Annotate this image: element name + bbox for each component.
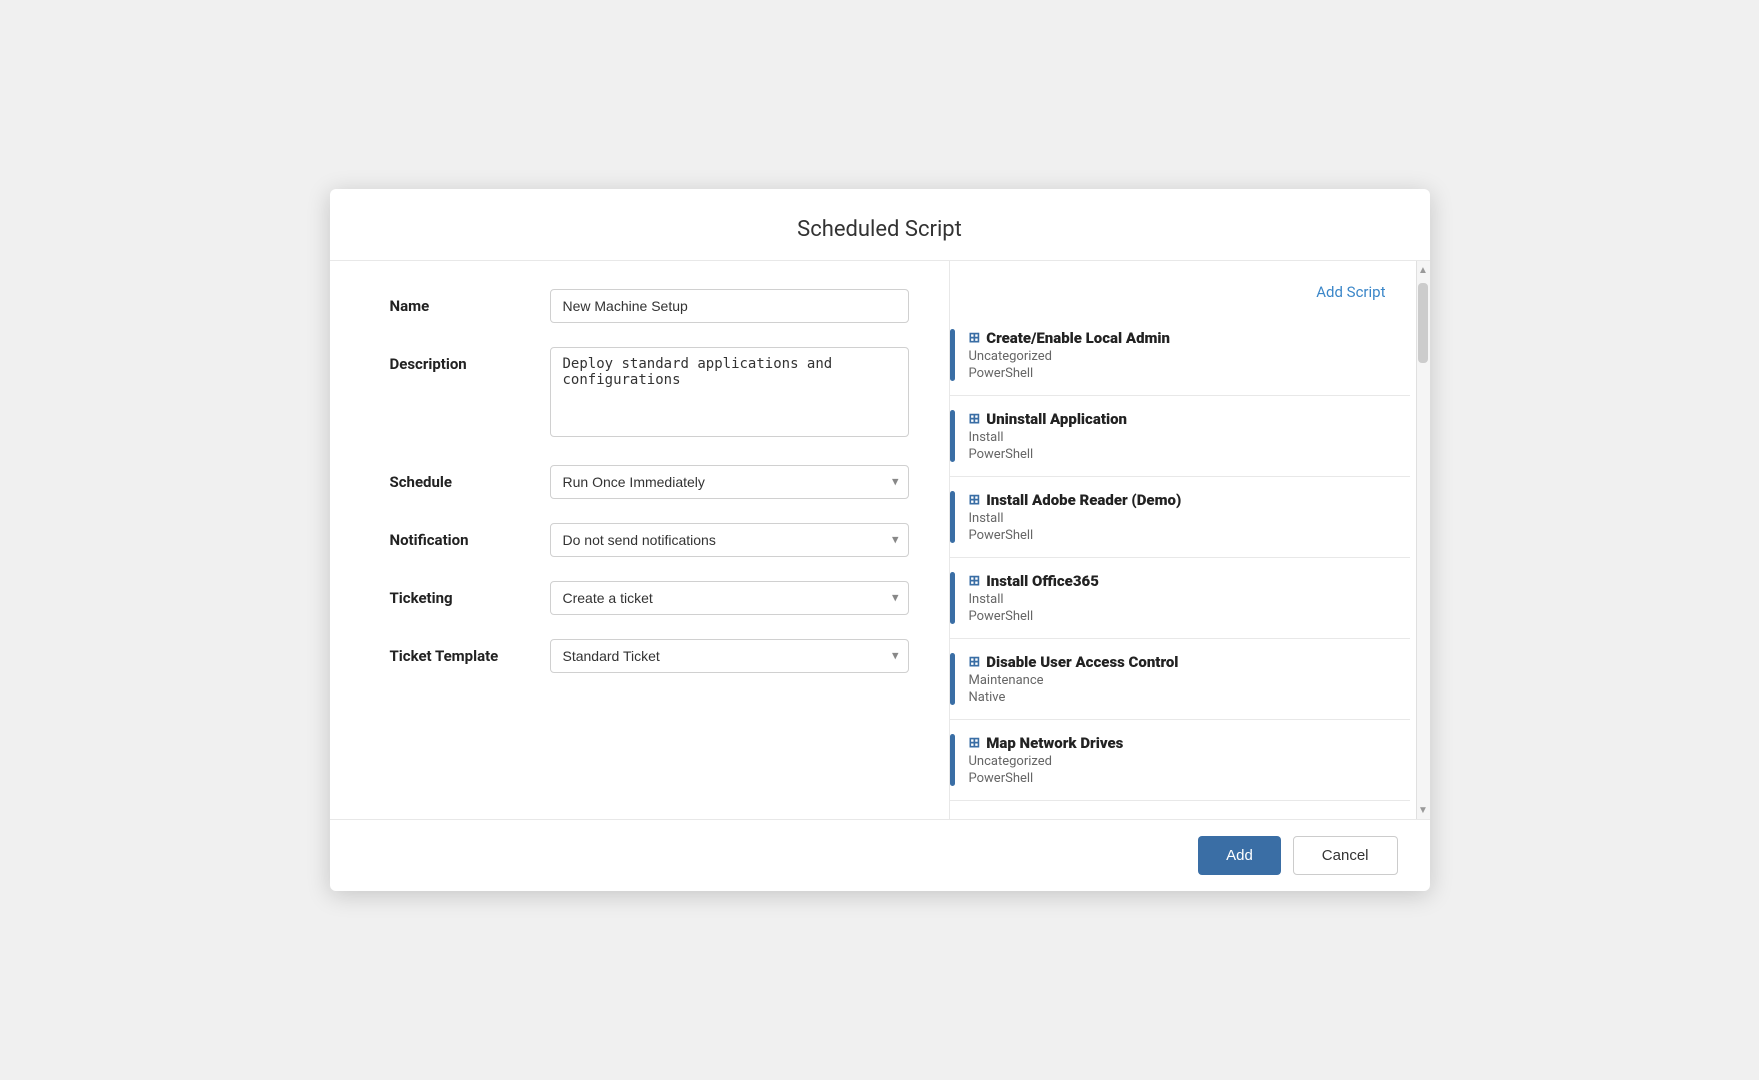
script-name: ⊞ Install Adobe Reader (Demo) bbox=[969, 491, 1410, 509]
script-item[interactable]: ⊞ Create/Enable Local Admin Uncategorize… bbox=[950, 315, 1410, 396]
scripts-pane: Add Script ⊞ Create/Enable Local Admin U… bbox=[950, 261, 1430, 819]
windows-icon: ⊞ bbox=[969, 654, 981, 670]
notification-select[interactable]: Do not send notifications Send on failur… bbox=[550, 523, 909, 557]
name-input[interactable] bbox=[550, 289, 909, 323]
ticketing-control: Create a ticket Do not create a ticket ▾ bbox=[550, 581, 909, 615]
ticketing-label: Ticketing bbox=[390, 581, 550, 607]
script-category: Maintenance bbox=[969, 673, 1410, 688]
notification-row: Notification Do not send notifications S… bbox=[390, 523, 909, 557]
ticket-template-select[interactable]: Standard Ticket Custom Ticket bbox=[550, 639, 909, 673]
script-info: ⊞ Uninstall Application Install PowerShe… bbox=[969, 410, 1410, 462]
description-control: Deploy standard applications and configu… bbox=[550, 347, 909, 441]
script-item[interactable]: ⊞ Install Office365 Install PowerShell bbox=[950, 558, 1410, 639]
script-info: ⊞ Create/Enable Local Admin Uncategorize… bbox=[969, 329, 1410, 381]
script-info: ⊞ Map Network Drives Uncategorized Power… bbox=[969, 734, 1410, 786]
ticket-template-row: Ticket Template Standard Ticket Custom T… bbox=[390, 639, 909, 673]
script-category: Install bbox=[969, 511, 1410, 526]
schedule-label: Schedule bbox=[390, 465, 550, 491]
ticket-template-select-wrapper: Standard Ticket Custom Ticket ▾ bbox=[550, 639, 909, 673]
notification-label: Notification bbox=[390, 523, 550, 549]
script-accent bbox=[950, 329, 955, 381]
windows-icon: ⊞ bbox=[969, 330, 981, 346]
modal-body: Name Description Deploy standard applica… bbox=[330, 261, 1430, 819]
notification-select-wrapper: Do not send notifications Send on failur… bbox=[550, 523, 909, 557]
windows-icon: ⊞ bbox=[969, 573, 981, 589]
script-type: PowerShell bbox=[969, 609, 1410, 624]
script-item[interactable]: ⊞ Install Adobe Reader (Demo) Install Po… bbox=[950, 477, 1410, 558]
windows-icon: ⊞ bbox=[969, 492, 981, 508]
script-info: ⊞ Disable User Access Control Maintenanc… bbox=[969, 653, 1410, 705]
script-type: Native bbox=[969, 690, 1410, 705]
add-script-link[interactable]: Add Script bbox=[950, 279, 1410, 315]
name-row: Name bbox=[390, 289, 909, 323]
script-category: Install bbox=[969, 592, 1410, 607]
ticket-template-control: Standard Ticket Custom Ticket ▾ bbox=[550, 639, 909, 673]
modal-footer: Add Cancel bbox=[330, 819, 1430, 891]
script-item[interactable]: ⊞ Map Network Drives Uncategorized Power… bbox=[950, 720, 1410, 801]
scrollbar-thumb[interactable] bbox=[1418, 283, 1428, 363]
schedule-row: Schedule Run Once Immediately Daily Week… bbox=[390, 465, 909, 499]
script-name: ⊞ Create/Enable Local Admin bbox=[969, 329, 1410, 347]
add-button[interactable]: Add bbox=[1198, 836, 1281, 875]
scheduled-script-modal: Scheduled Script Name Description Deploy… bbox=[330, 189, 1430, 891]
ticketing-select-wrapper: Create a ticket Do not create a ticket ▾ bbox=[550, 581, 909, 615]
script-category: Uncategorized bbox=[969, 754, 1410, 769]
script-item[interactable]: ⊞ Uninstall Application Install PowerShe… bbox=[950, 396, 1410, 477]
script-name: ⊞ Map Network Drives bbox=[969, 734, 1410, 752]
script-accent bbox=[950, 653, 955, 705]
modal-title: Scheduled Script bbox=[362, 217, 1398, 242]
scripts-list: ⊞ Create/Enable Local Admin Uncategorize… bbox=[950, 315, 1410, 801]
scroll-up-arrow[interactable]: ▲ bbox=[1416, 261, 1430, 279]
description-row: Description Deploy standard applications… bbox=[390, 347, 909, 441]
script-accent bbox=[950, 572, 955, 624]
ticketing-row: Ticketing Create a ticket Do not create … bbox=[390, 581, 909, 615]
scroll-down-arrow[interactable]: ▼ bbox=[1416, 801, 1430, 819]
ticket-template-label: Ticket Template bbox=[390, 639, 550, 665]
script-accent bbox=[950, 734, 955, 786]
windows-icon: ⊞ bbox=[969, 735, 981, 751]
script-info: ⊞ Install Office365 Install PowerShell bbox=[969, 572, 1410, 624]
script-info: ⊞ Install Adobe Reader (Demo) Install Po… bbox=[969, 491, 1410, 543]
name-control bbox=[550, 289, 909, 323]
script-accent bbox=[950, 410, 955, 462]
script-name: ⊞ Uninstall Application bbox=[969, 410, 1410, 428]
script-category: Uncategorized bbox=[969, 349, 1410, 364]
ticketing-select[interactable]: Create a ticket Do not create a ticket bbox=[550, 581, 909, 615]
script-item[interactable]: ⊞ Disable User Access Control Maintenanc… bbox=[950, 639, 1410, 720]
scrollbar-track: ▲ ▼ bbox=[1416, 261, 1430, 819]
modal-header: Scheduled Script bbox=[330, 189, 1430, 261]
script-type: PowerShell bbox=[969, 366, 1410, 381]
script-category: Install bbox=[969, 430, 1410, 445]
description-textarea[interactable]: Deploy standard applications and configu… bbox=[550, 347, 909, 437]
schedule-select[interactable]: Run Once Immediately Daily Weekly Monthl… bbox=[550, 465, 909, 499]
script-type: PowerShell bbox=[969, 771, 1410, 786]
windows-icon: ⊞ bbox=[969, 411, 981, 427]
script-type: PowerShell bbox=[969, 447, 1410, 462]
name-label: Name bbox=[390, 289, 550, 315]
script-name: ⊞ Disable User Access Control bbox=[969, 653, 1410, 671]
schedule-select-wrapper: Run Once Immediately Daily Weekly Monthl… bbox=[550, 465, 909, 499]
schedule-control: Run Once Immediately Daily Weekly Monthl… bbox=[550, 465, 909, 499]
form-pane: Name Description Deploy standard applica… bbox=[330, 261, 950, 819]
description-label: Description bbox=[390, 347, 550, 373]
script-type: PowerShell bbox=[969, 528, 1410, 543]
script-name: ⊞ Install Office365 bbox=[969, 572, 1410, 590]
script-accent bbox=[950, 491, 955, 543]
cancel-button[interactable]: Cancel bbox=[1293, 836, 1398, 875]
notification-control: Do not send notifications Send on failur… bbox=[550, 523, 909, 557]
